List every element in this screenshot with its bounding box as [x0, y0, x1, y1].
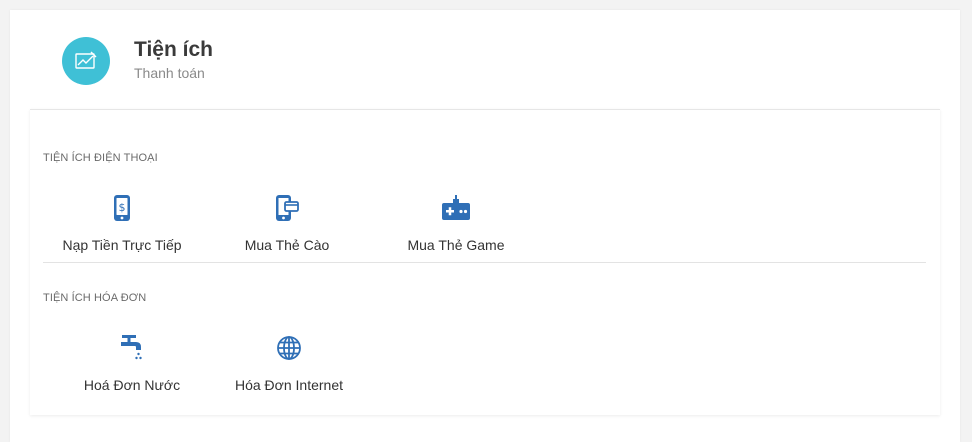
item-buy-scratch-card[interactable]: Mua Thẻ Cào [212, 184, 362, 264]
item-label: Hoá Đơn Nước [83, 377, 181, 393]
item-topup-direct[interactable]: $ Nạp Tiền Trực Tiếp [47, 184, 197, 264]
phone-dollar-icon: $ [106, 192, 138, 224]
water-tap-icon [116, 332, 148, 364]
item-label: Mua Thẻ Game [407, 237, 505, 253]
section-divider [43, 262, 926, 263]
phone-card-icon [271, 192, 303, 224]
gamepad-icon [440, 192, 472, 224]
chart-icon [62, 37, 110, 85]
item-label: Mua Thẻ Cào [244, 237, 330, 253]
item-internet-bill[interactable]: Hóa Đơn Internet [214, 324, 364, 404]
item-buy-game-card[interactable]: Mua Thẻ Game [381, 184, 531, 264]
globe-icon [273, 332, 305, 364]
utilities-panel: TIỆN ÍCH ĐIỆN THOẠI $ Nạp Tiền Trực Tiếp [30, 109, 940, 415]
page-subtitle: Thanh toán [134, 65, 205, 81]
page-header: Tiện ích Thanh toán [10, 10, 960, 110]
section-title-bills: TIỆN ÍCH HÓA ĐƠN [43, 292, 147, 304]
item-label: Hóa Đơn Internet [234, 377, 343, 393]
section-title-phone: TIỆN ÍCH ĐIỆN THOẠI [43, 152, 158, 164]
svg-text:$: $ [119, 201, 126, 214]
item-water-bill[interactable]: Hoá Đơn Nước [57, 324, 207, 404]
page-title: Tiện ích [134, 38, 213, 61]
item-label: Nạp Tiền Trực Tiếp [62, 237, 182, 253]
utilities-card: Tiện ích Thanh toán TIỆN ÍCH ĐIỆN THOẠI … [10, 10, 960, 442]
